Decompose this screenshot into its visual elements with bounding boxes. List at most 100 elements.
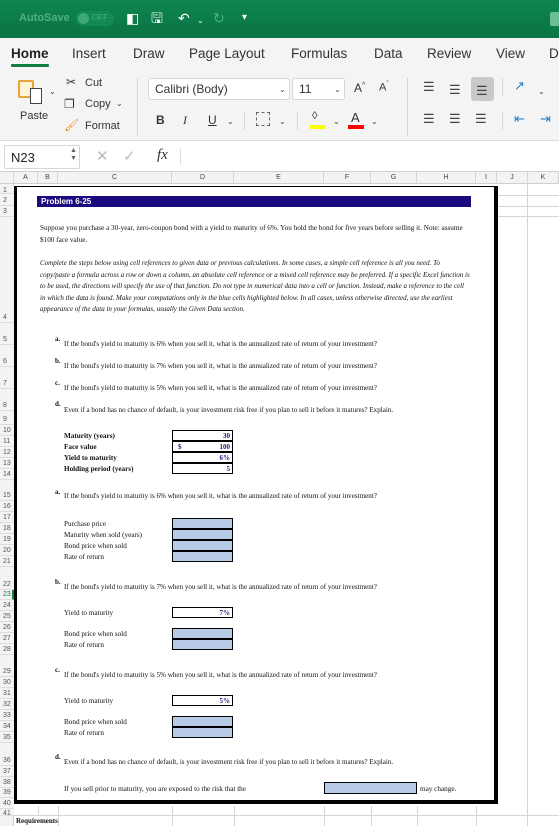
sidebar-icon[interactable]: ◧ xyxy=(126,10,139,26)
redo-icon[interactable]: ↻ xyxy=(213,10,225,26)
borders-dropdown-icon[interactable]: ⌄ xyxy=(279,117,286,126)
font-color-dropdown-icon[interactable]: ⌄ xyxy=(371,117,378,126)
row-header[interactable]: 31 xyxy=(0,688,14,699)
part-c-ytm-cell[interactable]: 5% xyxy=(172,695,233,706)
row-header[interactable]: 6 xyxy=(0,345,14,367)
row-header[interactable]: 23 xyxy=(0,590,14,600)
row-header[interactable]: 8 xyxy=(0,389,14,411)
row-header[interactable]: 34 xyxy=(0,721,14,732)
row-header[interactable]: 35 xyxy=(0,732,14,743)
copy-button[interactable]: Copy xyxy=(85,98,111,110)
autosave-toggle[interactable]: OFF xyxy=(76,11,114,26)
row-header[interactable]: 32 xyxy=(0,699,14,710)
row-header[interactable]: 1 xyxy=(0,186,14,194)
tab-draw[interactable]: Draw xyxy=(133,46,165,61)
name-box[interactable]: N23 xyxy=(4,145,80,169)
align-center-button[interactable]: ☰ xyxy=(449,112,461,126)
row-header[interactable]: 17 xyxy=(0,512,14,523)
font-color-icon[interactable]: A xyxy=(351,110,360,125)
row-header[interactable]: 40 xyxy=(0,798,14,809)
row-header[interactable]: 14 xyxy=(0,469,14,480)
undo-dropdown-icon[interactable]: ⌄ xyxy=(197,13,204,29)
borders-button[interactable] xyxy=(256,112,270,126)
row-header[interactable]: 16 xyxy=(0,501,14,512)
tab-more[interactable]: D xyxy=(549,46,559,61)
row-header[interactable]: 22 xyxy=(0,567,14,590)
cut-button[interactable]: Cut xyxy=(85,77,102,89)
row-header[interactable]: 26 xyxy=(0,622,14,633)
align-top-button[interactable]: ☰ xyxy=(423,80,435,94)
tab-review[interactable]: Review xyxy=(427,46,471,61)
row-header[interactable]: 25 xyxy=(0,611,14,622)
tab-data[interactable]: Data xyxy=(374,46,403,61)
underline-button[interactable]: U xyxy=(208,113,217,127)
row-header[interactable]: 28 xyxy=(0,644,14,655)
font-size-dropdown-icon[interactable]: ⌄ xyxy=(334,85,341,94)
input-cell-risk-answer[interactable] xyxy=(324,782,417,794)
column-header[interactable]: H xyxy=(417,172,476,184)
orientation-button[interactable]: ↗ xyxy=(514,79,525,93)
increase-font-size-button[interactable]: A^ xyxy=(354,81,365,95)
row-header[interactable]: 39 xyxy=(0,788,14,798)
row-header[interactable]: 12 xyxy=(0,447,14,458)
copy-dropdown-icon[interactable]: ⌄ xyxy=(116,99,123,108)
column-header[interactable]: G xyxy=(371,172,417,184)
row-header[interactable]: 9 xyxy=(0,411,14,425)
customize-toolbar-icon[interactable]: ▾ xyxy=(242,10,247,26)
decrease-font-size-button[interactable]: Aˇ xyxy=(379,81,389,94)
row-header[interactable]: 3 xyxy=(0,206,14,217)
font-name-select[interactable]: Calibri (Body) xyxy=(148,78,290,100)
orientation-dropdown-icon[interactable]: ⌄ xyxy=(538,87,545,96)
fill-color-icon[interactable]: ◊ xyxy=(312,110,317,122)
given-value-cell[interactable]: 6% xyxy=(172,452,233,463)
bold-button[interactable]: B xyxy=(156,113,165,127)
tab-formulas[interactable]: Formulas xyxy=(291,46,347,61)
given-value-cell[interactable]: $100 xyxy=(172,441,233,452)
column-header[interactable]: J xyxy=(497,172,528,184)
input-cell-rate-of-return[interactable] xyxy=(172,639,233,650)
tab-home[interactable]: Home xyxy=(11,46,49,61)
align-left-button[interactable]: ☰ xyxy=(423,112,435,126)
column-header[interactable]: E xyxy=(234,172,324,184)
format-painter-button[interactable]: Format xyxy=(85,120,120,132)
undo-icon[interactable]: ↶ xyxy=(178,10,190,26)
input-cell-purchase-price[interactable] xyxy=(172,518,233,529)
given-value-cell[interactable]: 5 xyxy=(172,463,233,474)
input-cell-rate-of-return[interactable] xyxy=(172,551,233,562)
row-header[interactable]: 20 xyxy=(0,545,14,556)
select-all-corner[interactable] xyxy=(0,172,14,184)
column-header[interactable]: F xyxy=(324,172,371,184)
insert-function-button[interactable]: fx xyxy=(157,147,168,164)
row-header[interactable]: 24 xyxy=(0,600,14,611)
row-header[interactable]: 7 xyxy=(0,367,14,389)
fill-color-dropdown-icon[interactable]: ⌄ xyxy=(333,117,340,126)
row-header[interactable]: 30 xyxy=(0,677,14,688)
row-header[interactable]: 19 xyxy=(0,534,14,545)
input-cell-bond-price-sold[interactable] xyxy=(172,716,233,727)
cancel-icon[interactable]: ✕ xyxy=(96,147,109,165)
row-header[interactable]: 10 xyxy=(0,425,14,436)
enter-icon[interactable]: ✓ xyxy=(123,147,136,165)
paste-dropdown-icon[interactable]: ⌄ xyxy=(49,87,56,96)
name-box-stepper-icon[interactable]: ▲ ▼ xyxy=(70,147,77,163)
row-header[interactable]: 18 xyxy=(0,523,14,534)
row-header[interactable]: 2 xyxy=(0,194,14,206)
input-cell-rate-of-return[interactable] xyxy=(172,727,233,738)
row-header[interactable]: 21 xyxy=(0,556,14,567)
row-header[interactable]: 38 xyxy=(0,777,14,788)
row-header[interactable]: 13 xyxy=(0,458,14,469)
column-header[interactable]: A xyxy=(14,172,38,184)
tab-page-layout[interactable]: Page Layout xyxy=(189,46,265,61)
row-header[interactable]: 27 xyxy=(0,633,14,644)
row-header[interactable]: 11 xyxy=(0,436,14,447)
column-header[interactable]: B xyxy=(38,172,58,184)
save-icon[interactable]: 🖫 xyxy=(151,10,163,26)
formula-input[interactable] xyxy=(184,145,554,169)
row-header[interactable]: 4 xyxy=(0,217,14,323)
input-cell-maturity-when-sold[interactable] xyxy=(172,529,233,540)
tab-insert[interactable]: Insert xyxy=(72,46,106,61)
column-header[interactable]: D xyxy=(172,172,234,184)
italic-button[interactable]: I xyxy=(183,113,187,128)
font-name-dropdown-icon[interactable]: ⌄ xyxy=(279,85,286,94)
increase-indent-button[interactable]: ⇥ xyxy=(540,112,551,126)
